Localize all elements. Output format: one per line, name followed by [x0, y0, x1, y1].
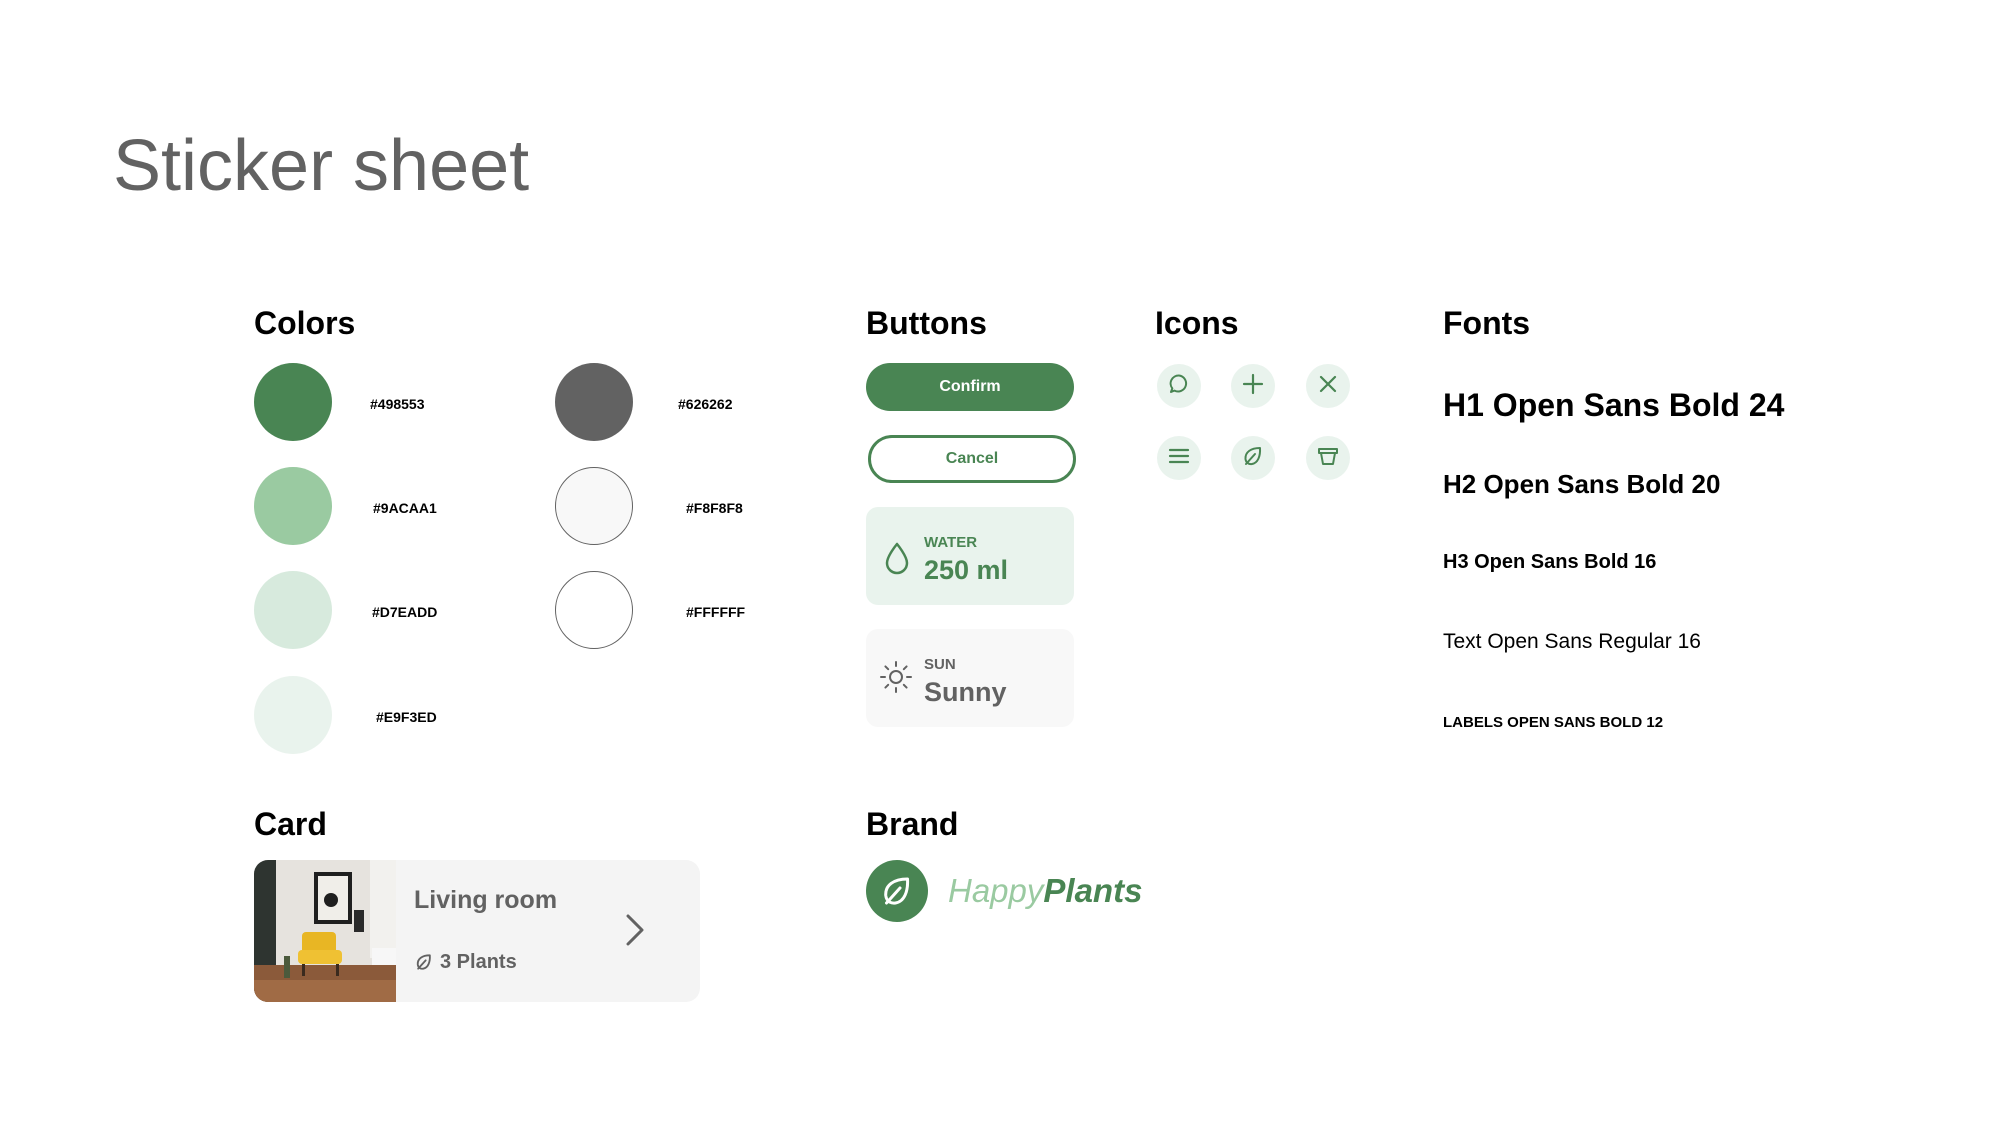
water-value: 250 ml [924, 555, 1009, 585]
water-chip[interactable]: WATER 250 ml [866, 507, 1074, 605]
font-sample-text: Text Open Sans Regular 16 [1443, 630, 1701, 653]
card-plant-count: 3 Plants [440, 951, 517, 973]
swatch-primary [254, 363, 332, 441]
leaf-logo-icon [866, 860, 928, 922]
brand-wordmark: HappyPlants [948, 872, 1142, 910]
swatch-hex: #D7EADD [372, 604, 438, 620]
cancel-button[interactable]: Cancel [868, 435, 1076, 483]
sun-value: Sunny [924, 677, 1007, 707]
buttons-heading: Buttons [866, 305, 987, 341]
add-button[interactable] [1231, 364, 1275, 408]
sun-label: SUN [924, 656, 956, 673]
font-sample-h3: H3 Open Sans Bold 16 [1443, 551, 1657, 573]
sun-chip[interactable]: SUN Sunny [866, 629, 1074, 727]
leaf-icon [1241, 444, 1265, 473]
card-title: Living room [414, 886, 558, 914]
brand-heading: Brand [866, 806, 959, 842]
water-drop-icon [882, 541, 912, 580]
pot-icon [1316, 444, 1340, 473]
menu-icon [1167, 444, 1191, 473]
living-room-photo [254, 860, 396, 1002]
swatch-light [254, 467, 332, 545]
swatch-offwhite [555, 467, 633, 545]
swatch-hex: #F8F8F8 [686, 500, 743, 516]
swatch-hex: #9ACAA1 [373, 500, 437, 516]
icons-heading: Icons [1155, 305, 1239, 341]
sun-icon [879, 660, 913, 699]
brand-name-part1: Happy [948, 872, 1044, 909]
colors-heading: Colors [254, 305, 356, 341]
plus-icon [1241, 372, 1265, 401]
room-card[interactable]: Living room 3 Plants [254, 860, 700, 1002]
swatch-grey [555, 363, 633, 441]
swatch-hex: #498553 [370, 396, 425, 412]
swatch-white [555, 571, 633, 649]
swatch-hex: #626262 [678, 396, 733, 412]
leaf-button[interactable] [1231, 436, 1275, 480]
chat-button[interactable] [1157, 364, 1201, 408]
swatch-hex: #FFFFFF [686, 604, 746, 620]
swatch-lightest [254, 676, 332, 754]
close-button[interactable] [1306, 364, 1350, 408]
confirm-button[interactable]: Confirm [866, 363, 1074, 411]
font-sample-labels: LABELS OPEN SANS BOLD 12 [1443, 714, 1664, 731]
chat-bubble-icon [1167, 372, 1191, 401]
brand-name-part2: Plants [1043, 872, 1143, 909]
menu-button[interactable] [1157, 436, 1201, 480]
card-heading: Card [254, 806, 327, 842]
font-sample-h2: H2 Open Sans Bold 20 [1443, 469, 1721, 499]
page-title: Sticker sheet [113, 126, 530, 206]
font-sample-h1: H1 Open Sans Bold 24 [1443, 387, 1785, 423]
swatch-hex: #E9F3ED [376, 709, 437, 725]
pot-button[interactable] [1306, 436, 1350, 480]
fonts-heading: Fonts [1443, 305, 1531, 341]
water-label: WATER [924, 534, 978, 551]
close-icon [1316, 372, 1340, 401]
leaf-icon [414, 952, 434, 977]
chevron-right-icon[interactable] [624, 912, 646, 953]
swatch-lighter [254, 571, 332, 649]
